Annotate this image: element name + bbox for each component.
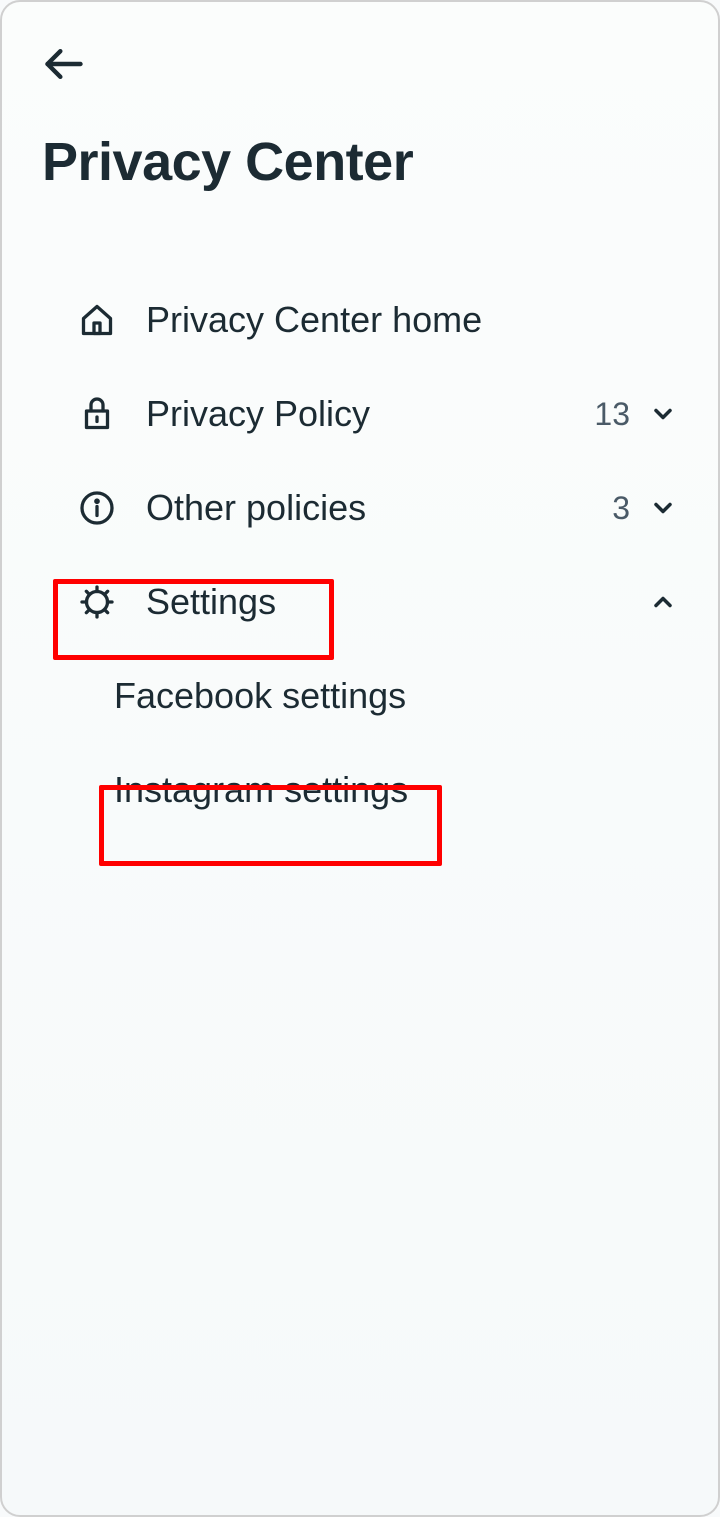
nav-list: Privacy Center home Privacy Policy 13: [42, 273, 678, 837]
nav-count: 3: [612, 490, 630, 527]
sub-item-label: Facebook settings: [114, 675, 406, 716]
chevron-down-icon: [648, 493, 678, 523]
gear-icon: [78, 583, 116, 621]
nav-item-other-policies[interactable]: Other policies 3: [42, 461, 678, 555]
sub-item-facebook-settings[interactable]: Facebook settings: [114, 649, 678, 743]
nav-item-home[interactable]: Privacy Center home: [42, 273, 678, 367]
nav-count: 13: [594, 396, 630, 433]
page-title: Privacy Center: [42, 131, 678, 193]
back-button[interactable]: [42, 42, 86, 86]
lock-icon: [78, 395, 116, 433]
chevron-up-icon: [648, 587, 678, 617]
settings-sublist: Facebook settings Instagram settings: [42, 649, 678, 837]
info-icon: [78, 489, 116, 527]
nav-item-settings[interactable]: Settings: [42, 555, 678, 649]
nav-label: Other policies: [146, 487, 612, 529]
nav-label: Settings: [146, 581, 648, 623]
nav-item-privacy-policy[interactable]: Privacy Policy 13: [42, 367, 678, 461]
home-icon: [78, 301, 116, 339]
nav-label: Privacy Policy: [146, 393, 594, 435]
nav-label: Privacy Center home: [146, 299, 678, 341]
sub-item-instagram-settings[interactable]: Instagram settings: [114, 743, 678, 837]
arrow-left-icon: [42, 42, 86, 86]
sub-item-label: Instagram settings: [114, 769, 408, 810]
privacy-center-panel: Privacy Center Privacy Center home Pri: [0, 0, 720, 1517]
chevron-down-icon: [648, 399, 678, 429]
